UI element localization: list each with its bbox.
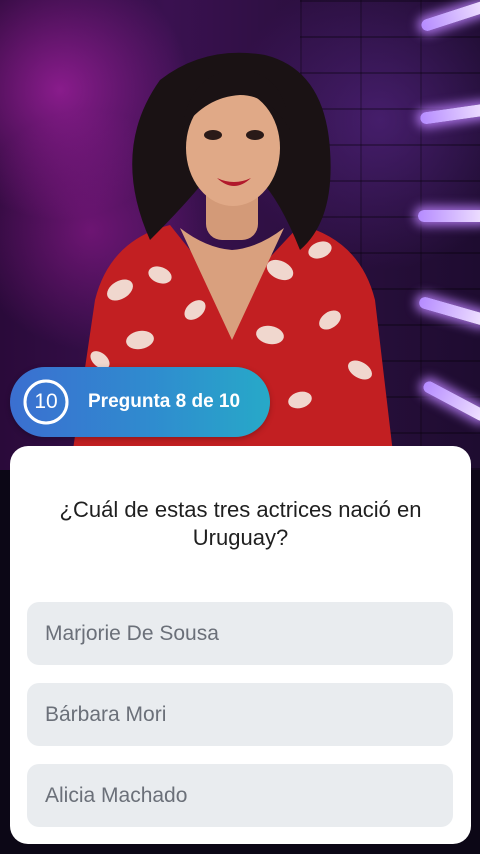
answer-option-3[interactable]: Alicia Machado xyxy=(27,764,453,827)
question-card: ¿Cuál de estas tres actrices nació en Ur… xyxy=(10,446,471,844)
quiz-screen: 10 Pregunta 8 de 10 ¿Cuál de estas tres … xyxy=(0,0,480,854)
answer-option-1[interactable]: Marjorie De Sousa xyxy=(27,602,453,665)
question-counter: Pregunta 8 de 10 xyxy=(88,391,241,412)
timer-value: 10 xyxy=(34,390,58,413)
question-progress-badge: 10 Pregunta 8 de 10 xyxy=(10,367,270,437)
answer-option-2[interactable]: Bárbara Mori xyxy=(27,683,453,746)
countdown-timer: 10 xyxy=(22,378,70,426)
question-text: ¿Cuál de estas tres actrices nació en Ur… xyxy=(59,497,422,550)
